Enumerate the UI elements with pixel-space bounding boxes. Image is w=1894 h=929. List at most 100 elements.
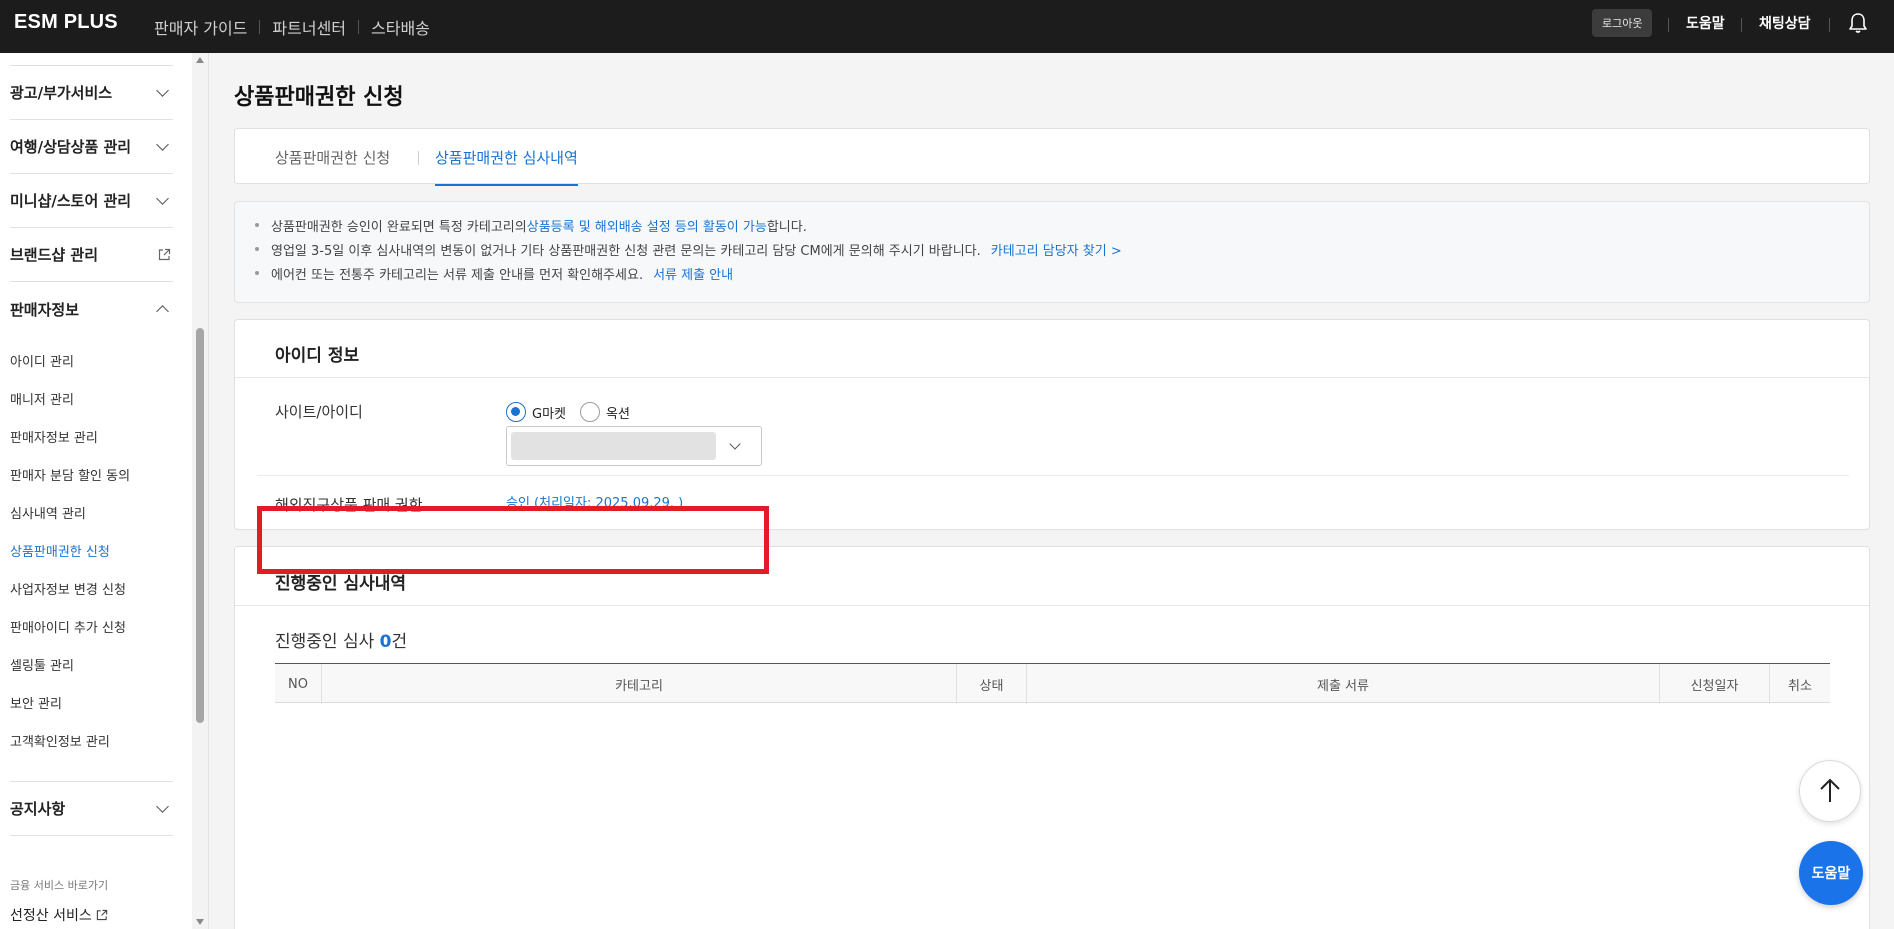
id-info-card: 아이디 정보 사이트/아이디 G마켓 옥션 해외직구상품 판매 권한 승인 (처…: [234, 319, 1870, 530]
sidebar-section-brandshop[interactable]: 브랜드샵 관리: [10, 228, 173, 282]
seller-id-select[interactable]: [506, 426, 762, 466]
review-count: 진행중인 심사 0건: [275, 627, 407, 652]
scrollbar-thumb[interactable]: [196, 328, 204, 723]
bullet: [255, 247, 259, 251]
notice-box: 상품판매권한 승인이 완료되면 특정 카테고리의 상품등록 및 해외배송 설정 …: [234, 201, 1870, 303]
bullet: [255, 271, 259, 275]
card-divider: [235, 377, 1869, 378]
sidebar-item-add-seller-id[interactable]: 판매아이디 추가 신청: [10, 617, 126, 636]
notice-highlight: 상품등록 및 해외배송 설정 등의 활동이 가능: [526, 220, 767, 235]
find-category-manager-link[interactable]: 카테고리 담당자 찾기 >: [991, 240, 1122, 259]
radio-label-auction[interactable]: 옥션: [606, 403, 630, 422]
sidebar-item-security[interactable]: 보안 관리: [10, 693, 62, 712]
notice-text: 영업일 3-5일 이후 심사내역의 변동이 없거나 기타 상품판매권한 신청 관…: [271, 244, 981, 259]
bell-icon[interactable]: [1848, 12, 1868, 34]
inner-divider: [257, 475, 1849, 476]
radio-label-gmarket[interactable]: G마켓: [532, 403, 566, 422]
header-divider: [1668, 18, 1669, 32]
sidebar-scrollbar[interactable]: [192, 53, 208, 929]
nav-star-delivery[interactable]: 스타배송: [359, 15, 442, 39]
chevron-down-icon: [156, 137, 169, 151]
id-info-title: 아이디 정보: [275, 346, 360, 366]
review-count-prefix: 진행중인 심사: [275, 632, 380, 652]
external-link-icon: [96, 909, 107, 921]
sidebar-section-notice[interactable]: 공지사항: [10, 782, 173, 836]
tab-bar: 상품판매권한 신청 상품판매권한 심사내역: [234, 128, 1870, 186]
main-content: 상품판매권한 신청 상품판매권한 신청 상품판매권한 심사내역 상품판매권한 승…: [209, 53, 1894, 929]
sidebar-section-minishop[interactable]: 미니샵/스토어 관리: [10, 174, 173, 228]
scroll-down-arrow-icon[interactable]: [196, 919, 204, 925]
sidebar-item-review-history[interactable]: 심사내역 관리: [10, 503, 86, 522]
sidebar-section-label: 판매자정보: [10, 300, 80, 319]
chevron-down-icon: [156, 83, 169, 97]
sidebar-item-sales-permission[interactable]: 상품판매권한 신청: [10, 541, 110, 560]
highlight-annotation: [257, 506, 769, 574]
sidebar-item-business-info-change[interactable]: 사업자정보 변경 신청: [10, 579, 126, 598]
review-table-header: NO 카테고리 상태 제출 서류 신청일자 취소: [275, 663, 1830, 704]
arrow-up-icon: [1820, 778, 1840, 802]
sidebar-item-selling-tool[interactable]: 셀링툴 관리: [10, 655, 74, 674]
chevron-down-icon: [729, 438, 741, 450]
external-link-icon: [158, 248, 171, 261]
help-link[interactable]: 도움말: [1686, 13, 1725, 33]
sidebar-section-travel[interactable]: 여행/상담상품 관리: [10, 120, 173, 174]
logo[interactable]: ESM PLUS: [14, 11, 118, 34]
nav-partner-center[interactable]: 파트너센터: [260, 15, 358, 39]
sidebar-section-label: 공지사항: [10, 800, 66, 818]
sidebar-item-seller-info-management[interactable]: 판매자정보 관리: [10, 427, 98, 446]
column-header-cancel: 취소: [1788, 678, 1812, 694]
chevron-down-icon: [156, 799, 169, 813]
notice-text: 상품판매권한 승인이 완료되면 특정 카테고리의: [271, 220, 527, 235]
help-floating-button[interactable]: 도움말: [1799, 841, 1863, 905]
notice-text: 합니다.: [766, 220, 807, 235]
sidebar-item-discount-agreement[interactable]: 판매자 분담 할인 동의: [10, 465, 130, 484]
header-divider: [1829, 18, 1830, 32]
sidebar-section-label: 브랜드샵 관리: [10, 246, 99, 264]
sidebar-section-ads[interactable]: 광고/부가서비스: [10, 66, 173, 120]
review-count-suffix: 건: [391, 632, 408, 652]
header-divider: [1741, 18, 1742, 32]
sidebar-item-id-management[interactable]: 아이디 관리: [10, 351, 74, 370]
pre-settlement-label: 선정산 서비스: [10, 908, 92, 924]
tab-apply[interactable]: 상품판매권한 신청: [275, 129, 390, 185]
scroll-up-arrow-icon[interactable]: [196, 57, 204, 63]
sidebar-item-manager-management[interactable]: 매니저 관리: [10, 389, 74, 408]
sidebar-item-customer-verification[interactable]: 고객확인정보 관리: [10, 731, 110, 750]
finance-service-label: 금융 서비스 바로가기: [10, 879, 109, 892]
chat-consult-link[interactable]: 채팅상담: [1759, 13, 1811, 33]
notice-line: 영업일 3-5일 이후 심사내역의 변동이 없거나 기타 상품판매권한 신청 관…: [271, 240, 1122, 259]
radio-auction[interactable]: [580, 402, 600, 422]
top-nav: 판매자 가이드 파트너센터 스타배송: [142, 0, 442, 53]
chevron-down-icon: [156, 191, 169, 205]
column-header-apply-date: 신청일자: [1660, 664, 1770, 704]
top-bar: ESM PLUS 판매자 가이드 파트너센터 스타배송 로그아웃 도움말 채팅상…: [0, 0, 1894, 53]
page-title: 상품판매권한 신청: [234, 85, 404, 110]
notice-line: 에어컨 또는 전통주 카테고리는 서류 제출 안내를 먼저 확인해주세요. 서류…: [271, 264, 733, 283]
column-header-status: 상태: [957, 664, 1027, 704]
sidebar: 광고/부가서비스 여행/상담상품 관리 미니샵/스토어 관리 브랜드샵 관리 판…: [0, 53, 209, 929]
notice-line: 상품판매권한 승인이 완료되면 특정 카테고리의 상품등록 및 해외배송 설정 …: [271, 216, 807, 235]
review-in-progress-card: 진행중인 심사내역 진행중인 심사 0건 NO 카테고리 상태 제출 서류 신청…: [234, 546, 1870, 929]
logout-button[interactable]: 로그아웃: [1592, 9, 1653, 37]
nav-seller-guide[interactable]: 판매자 가이드: [142, 15, 259, 39]
sidebar-section-label: 광고/부가서비스: [10, 84, 113, 102]
column-header-documents: 제출 서류: [1027, 664, 1660, 704]
scroll-to-top-button[interactable]: [1799, 760, 1861, 822]
site-id-label: 사이트/아이디: [275, 403, 363, 421]
bullet: [255, 223, 259, 227]
sidebar-section-label: 여행/상담상품 관리: [10, 138, 132, 156]
sidebar-section-seller-info[interactable]: 판매자정보: [10, 282, 173, 336]
site-radio-group: G마켓 옥션: [506, 402, 644, 422]
column-header-category: 카테고리: [322, 664, 957, 704]
radio-gmarket[interactable]: [506, 402, 526, 422]
card-divider: [235, 605, 1869, 606]
column-header-no: NO: [275, 664, 322, 704]
pre-settlement-link[interactable]: 선정산 서비스: [10, 905, 108, 925]
notice-text: 에어컨 또는 전통주 카테고리는 서류 제출 안내를 먼저 확인해주세요.: [271, 268, 644, 283]
chevron-up-icon: [156, 305, 169, 318]
tab-review-history[interactable]: 상품판매권한 심사내역: [435, 129, 578, 186]
document-submission-guide-link[interactable]: 서류 제출 안내: [653, 264, 733, 283]
sidebar-section-label: 미니샵/스토어 관리: [10, 192, 132, 210]
tab-divider: [418, 151, 419, 165]
review-count-number: 0: [379, 632, 392, 652]
